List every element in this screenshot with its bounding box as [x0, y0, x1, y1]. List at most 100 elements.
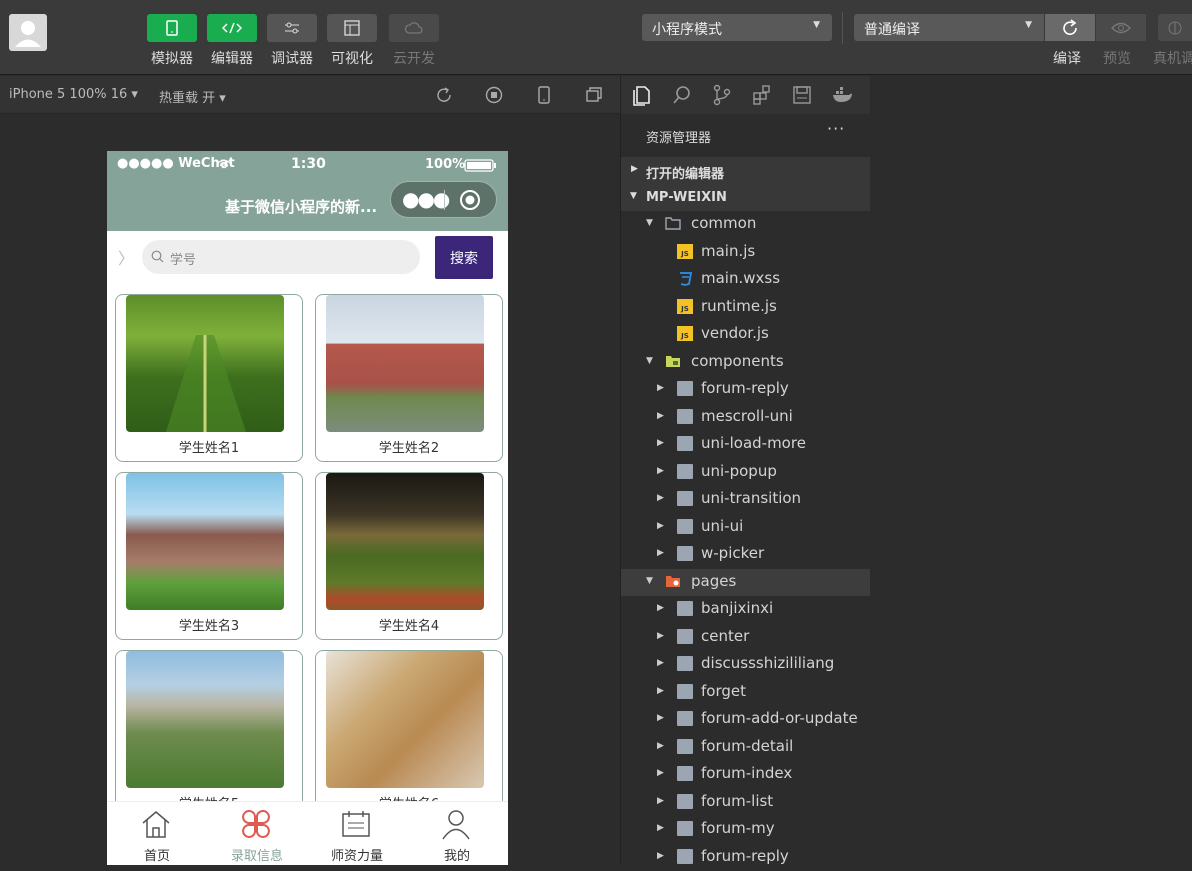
layout-icon: [344, 20, 360, 36]
tab-label: 录取信息: [230, 849, 283, 864]
tree-folder[interactable]: ▶ forum-add-or-update: [621, 706, 871, 733]
components-folder-icon: [666, 356, 680, 367]
chevron-right-icon: ▶: [657, 713, 664, 723]
student-card[interactable]: 学生姓名4: [315, 472, 503, 640]
chevron-down-icon: ▼: [646, 576, 653, 586]
search-placeholder: 学号: [170, 253, 197, 268]
device-debug-button[interactable]: [1158, 14, 1192, 41]
tree-file[interactable]: main.wxss: [621, 266, 871, 293]
tree-folder-components[interactable]: ▼ components: [621, 349, 871, 376]
tab-home[interactable]: 首页: [107, 802, 207, 865]
chevron-right-icon[interactable]: 〉: [118, 245, 134, 269]
student-card[interactable]: 学生姓名6: [315, 650, 503, 818]
search-row: 〉 学号 搜索: [107, 231, 508, 291]
close-circle-icon[interactable]: [459, 189, 481, 211]
debugger-button[interactable]: [267, 14, 317, 42]
docker-icon[interactable]: [831, 84, 853, 106]
search-icon[interactable]: [671, 84, 693, 106]
eye-icon: [1111, 22, 1131, 33]
tree-folder[interactable]: ▶ banjixinxi: [621, 596, 871, 623]
tree-folder[interactable]: ▶ uni-ui: [621, 514, 871, 541]
chevron-down-icon: ▼: [630, 191, 637, 201]
campus-photo: [126, 295, 284, 432]
tree-folder-pages[interactable]: ▼ pages: [621, 569, 871, 596]
cloud-icon: [404, 22, 423, 34]
files-icon[interactable]: [631, 84, 653, 106]
tree-folder[interactable]: ▶ forum-my: [621, 816, 871, 843]
folder-icon: [677, 821, 693, 836]
source-control-icon[interactable]: [711, 84, 733, 106]
phone-icon: [166, 20, 178, 36]
device-select[interactable]: iPhone 5 100% 16 ▾: [9, 87, 138, 102]
folder-icon: [677, 491, 693, 506]
search-button[interactable]: 搜索: [435, 236, 493, 279]
tab-admission[interactable]: 录取信息: [207, 802, 307, 865]
section-label: 打开的编辑器: [646, 167, 725, 182]
more-icon[interactable]: ···: [827, 119, 845, 138]
chevron-right-icon: ▶: [657, 383, 664, 393]
tree-folder[interactable]: ▶ uni-transition: [621, 486, 871, 513]
tree-label: main.js: [701, 242, 756, 260]
tree-folder[interactable]: ▶ forum-reply: [621, 376, 871, 403]
tree-folder-common[interactable]: ▼ common: [621, 211, 871, 238]
tree-folder[interactable]: ▶ forum-reply: [621, 844, 871, 871]
refresh-icon: [1063, 18, 1077, 35]
tree-folder[interactable]: ▶ forum-index: [621, 761, 871, 788]
tree-folder[interactable]: ▶ forget: [621, 679, 871, 706]
compile-button[interactable]: [1045, 14, 1095, 41]
tree-folder[interactable]: ▶ uni-popup: [621, 459, 871, 486]
tree-label: forum-add-or-update: [701, 709, 858, 727]
tree-folder[interactable]: ▶ w-picker: [621, 541, 871, 568]
tab-profile[interactable]: 我的: [407, 802, 507, 865]
tree-label: pages: [691, 572, 737, 590]
tree-file[interactable]: JS main.js: [621, 239, 871, 266]
search-input[interactable]: 学号: [142, 240, 420, 274]
simulator-button[interactable]: [147, 14, 197, 42]
hot-reload-select[interactable]: 热重载 开 ▾: [159, 87, 226, 106]
open-editors-section[interactable]: ▶ 打开的编辑器: [621, 157, 871, 184]
popout-icon[interactable]: [584, 85, 604, 105]
student-card[interactable]: 学生姓名5: [115, 650, 303, 818]
tree-label: w-picker: [701, 544, 765, 562]
avatar[interactable]: [9, 14, 47, 51]
cloud-button[interactable]: [389, 14, 439, 42]
tree-folder[interactable]: ▶ discussshizililiang: [621, 651, 871, 678]
tree-label: center: [701, 627, 750, 645]
student-card[interactable]: 学生姓名2: [315, 294, 503, 462]
tab-label: 师资力量: [330, 849, 383, 864]
css-file-icon: [680, 272, 693, 286]
compile-select[interactable]: 普通编译 ▼: [854, 14, 1044, 41]
campus-photo: [326, 651, 484, 788]
mode-select[interactable]: 小程序模式 ▼: [642, 14, 832, 41]
tree-file[interactable]: JS vendor.js: [621, 321, 871, 348]
tree-label: forum-reply: [701, 379, 789, 397]
project-section[interactable]: ▼ MP-WEIXIN: [621, 184, 871, 211]
phone-icon[interactable]: [534, 85, 554, 105]
chevron-right-icon: ▶: [657, 851, 664, 861]
tree-file[interactable]: JS runtime.js: [621, 294, 871, 321]
capsule-divider: [444, 190, 445, 210]
student-card[interactable]: 学生姓名3: [115, 472, 303, 640]
visual-button[interactable]: [327, 14, 377, 42]
student-card[interactable]: 学生姓名1: [115, 294, 303, 462]
phone-simulator: ●●●●● WeChat 1:30 100% 基于微信小程序的新... ●●● …: [107, 151, 508, 865]
user-icon: [442, 810, 470, 840]
save-icon[interactable]: [791, 84, 813, 106]
more-icon[interactable]: ●●●: [402, 187, 450, 211]
tree-folder[interactable]: ▶ forum-list: [621, 789, 871, 816]
tab-faculty[interactable]: 师资力量: [307, 802, 407, 865]
extensions-icon[interactable]: [751, 84, 773, 106]
tree-folder[interactable]: ▶ mescroll-uni: [621, 404, 871, 431]
rotate-icon[interactable]: [434, 85, 454, 105]
debugger-label: 调试器: [271, 51, 313, 67]
page-title: 基于微信小程序的新...: [225, 198, 378, 216]
tab-label: 我的: [443, 849, 470, 864]
tree-label: forum-my: [701, 819, 775, 837]
preview-button[interactable]: [1096, 14, 1146, 41]
tree-label: uni-ui: [701, 517, 744, 535]
tree-folder[interactable]: ▶ uni-load-more: [621, 431, 871, 458]
tree-folder[interactable]: ▶ center: [621, 624, 871, 651]
stop-icon[interactable]: [484, 85, 504, 105]
tree-folder[interactable]: ▶ forum-detail: [621, 734, 871, 761]
editor-button[interactable]: [207, 14, 257, 42]
